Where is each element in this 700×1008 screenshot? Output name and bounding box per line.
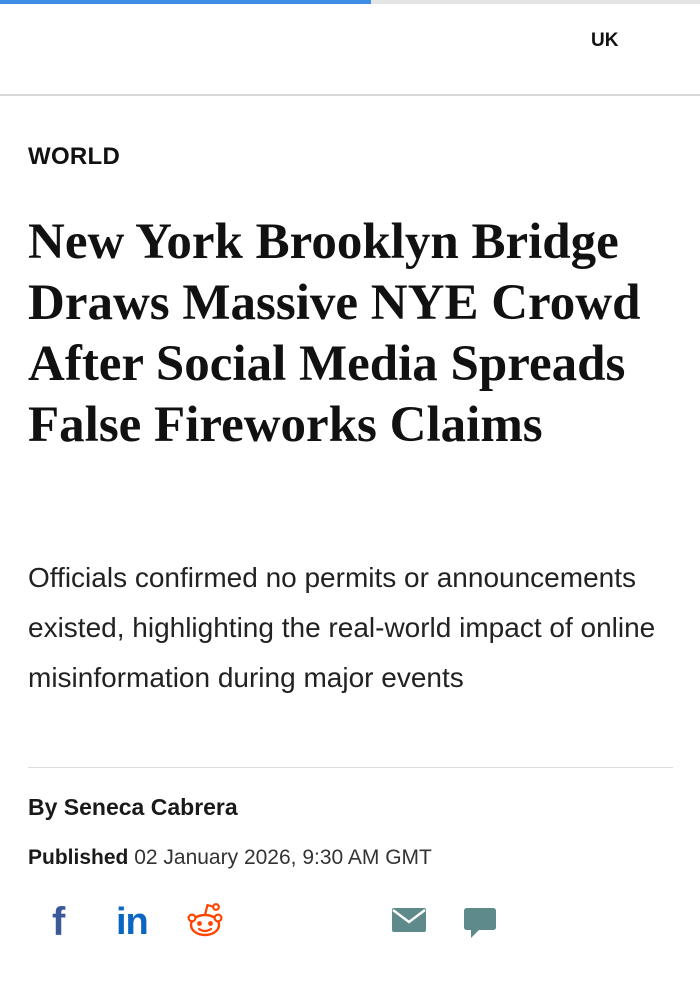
byline-prefix: By [28,794,58,820]
article-headline: New York Brooklyn Bridge Draws Massive N… [28,214,641,453]
published-date: 02 January 2026, 9:30 AM GMT [134,846,432,869]
comment-icon[interactable] [462,906,498,942]
byline: By Seneca Cabrera [28,794,238,821]
email-icon[interactable] [392,908,426,932]
author-name[interactable]: Seneca Cabrera [64,794,238,820]
divider [28,767,673,768]
section-label[interactable]: WORLD [28,143,120,171]
top-bar: UK [0,4,700,96]
article-standfirst: Officials confirmed no permits or announ… [28,562,656,693]
reddit-icon[interactable] [185,900,225,940]
linkedin-icon[interactable]: in [116,900,160,944]
region-selector-uk[interactable]: UK [591,30,618,52]
share-bar: f in [0,896,700,952]
published-label: Published [28,846,129,869]
facebook-icon[interactable]: f [52,900,80,944]
published-info: Published 02 January 2026, 9:30 AM GMT [28,846,432,870]
